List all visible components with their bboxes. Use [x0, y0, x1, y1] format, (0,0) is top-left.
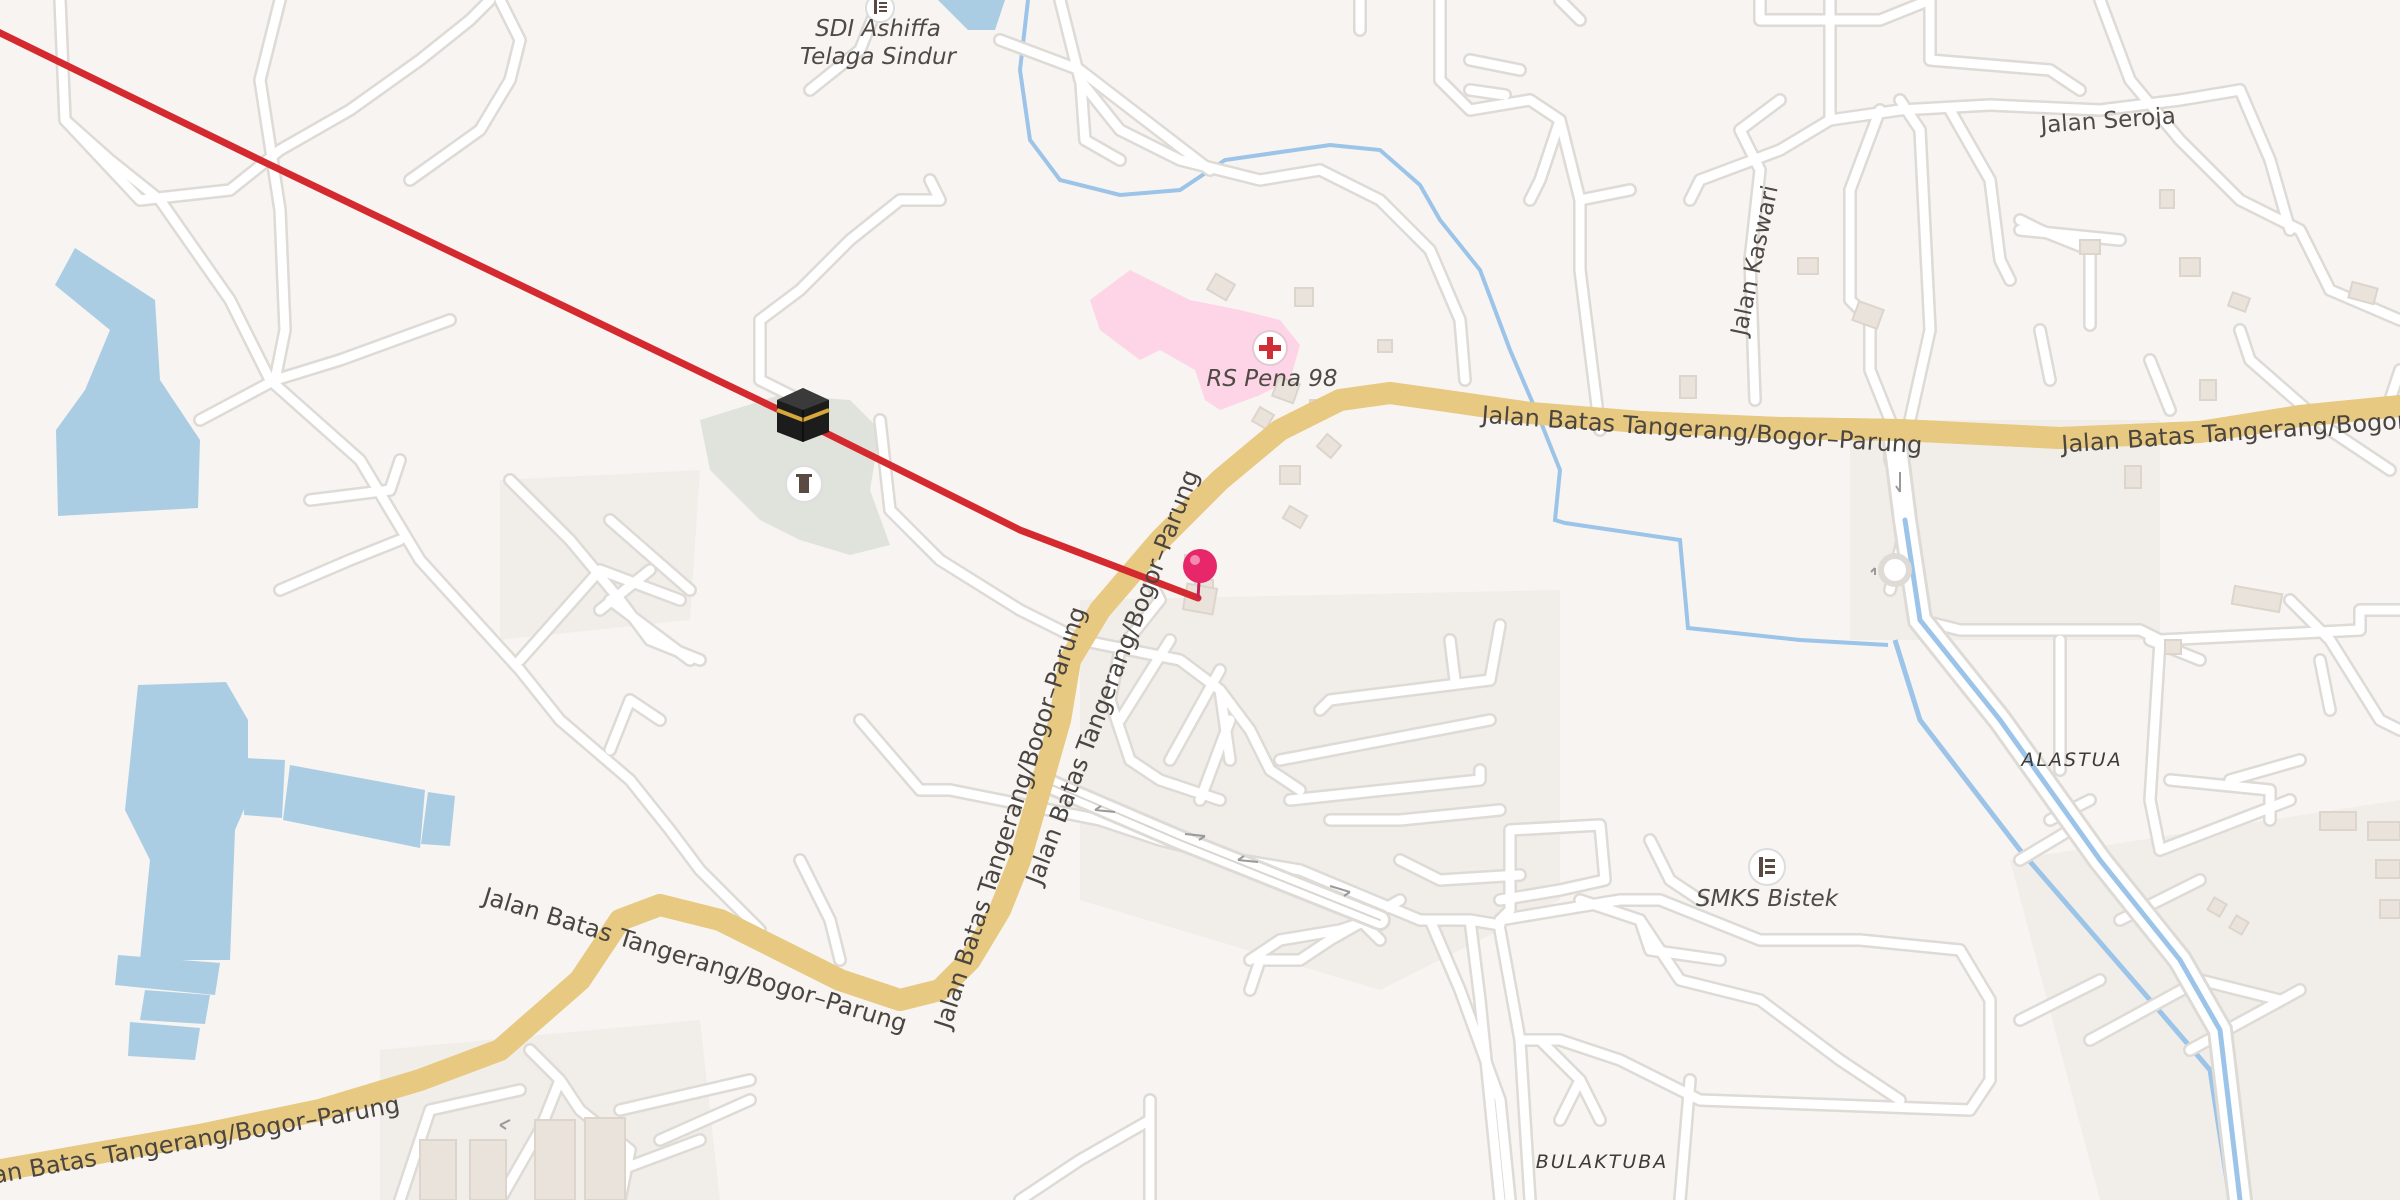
sdi-label-line1: SDI Ashiffa — [815, 16, 941, 42]
smks-school-icon[interactable] — [1748, 848, 1786, 886]
sdi-label-line2: Telaga Sindur — [800, 44, 958, 70]
alastua-label: ALASTUA — [2019, 749, 2122, 771]
rs-pena-label: RS Pena 98 — [1206, 366, 1337, 392]
hospital-cross-icon[interactable] — [1252, 330, 1288, 366]
smks-bistek-label: SMKS Bistek — [1696, 886, 1840, 912]
cemetery-icon[interactable] — [785, 465, 823, 503]
bulaktuba-label: BULAKTUBA — [1536, 1151, 1669, 1173]
map-canvas[interactable]: SDI Ashiffa Telaga Sindur RS Pena 98 SMK… — [0, 0, 2400, 1200]
